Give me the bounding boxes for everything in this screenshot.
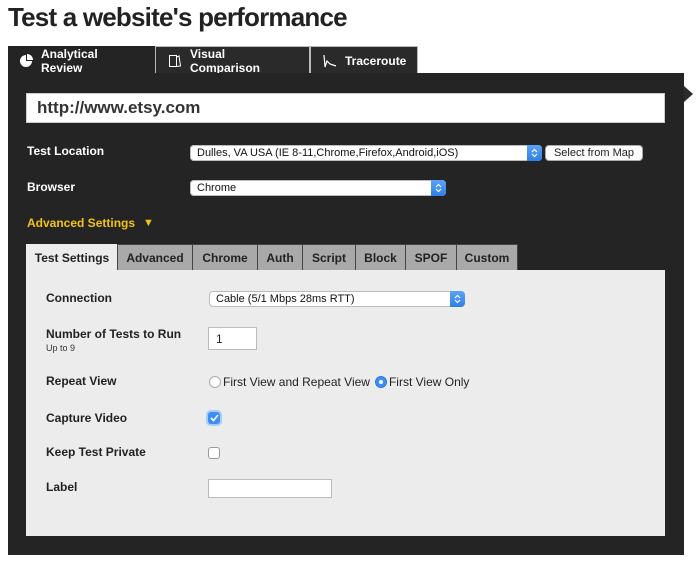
tab-label: Traceroute [345, 53, 407, 68]
settings-tabs: Test Settings Advanced Chrome Auth Scrip… [26, 244, 518, 271]
repeat-view-label: Repeat View [46, 374, 117, 388]
page-title: Test a website's performance [8, 2, 348, 32]
num-tests-input[interactable] [208, 327, 257, 350]
select-stepper-icon [431, 180, 446, 196]
tab-auth[interactable]: Auth [257, 244, 303, 271]
select-stepper-icon [450, 291, 465, 307]
capture-video-checkbox[interactable] [208, 412, 220, 424]
browser-select[interactable]: Chrome [190, 180, 446, 196]
test-settings-panel [26, 270, 665, 536]
tab-traceroute[interactable]: Traceroute [310, 46, 418, 74]
test-label-input[interactable] [208, 479, 332, 498]
connection-select[interactable]: Cable (5/1 Mbps 28ms RTT) [209, 291, 465, 307]
tab-spof[interactable]: SPOF [405, 244, 457, 271]
tab-label: Visual Comparison [190, 46, 261, 75]
keep-private-checkbox[interactable] [208, 447, 220, 459]
test-location-label: Test Location [27, 144, 105, 158]
keep-private-label: Keep Test Private [46, 445, 146, 459]
top-tabs: Analytical Review Visual Comparison Trac… [8, 46, 418, 75]
tab-advanced[interactable]: Advanced [117, 244, 193, 271]
tab-block[interactable]: Block [355, 244, 406, 271]
tab-visual-comparison[interactable]: Visual Comparison [155, 46, 310, 75]
triangle-down-icon: ▼ [143, 217, 154, 229]
test-location-value: Dulles, VA USA (IE 8-11,Chrome,Firefox,A… [197, 147, 459, 159]
advanced-settings-toggle[interactable]: Advanced Settings ▼ [27, 216, 154, 230]
capture-video-label: Capture Video [46, 411, 128, 425]
tab-script[interactable]: Script [302, 244, 356, 271]
num-tests-label: Number of Tests to Run [46, 327, 182, 341]
url-input[interactable] [26, 93, 665, 123]
num-tests-hint: Up to 9 [46, 343, 76, 353]
test-label-label: Label [46, 480, 78, 494]
checkmark-icon [209, 414, 219, 422]
traceroute-icon [323, 54, 337, 68]
connection-label: Connection [46, 291, 112, 305]
tab-label: Analytical Review [41, 46, 98, 75]
repeat-view-radio-group: First View and Repeat View First View On… [209, 375, 474, 389]
pie-chart-icon [19, 53, 33, 68]
connection-value: Cable (5/1 Mbps 28ms RTT) [216, 293, 355, 305]
advanced-settings-label: Advanced Settings [27, 216, 136, 230]
frame-arrow-icon [684, 86, 693, 102]
tab-chrome[interactable]: Chrome [192, 244, 258, 271]
tab-test-settings[interactable]: Test Settings [26, 244, 118, 271]
documents-icon [168, 54, 182, 68]
test-location-select[interactable]: Dulles, VA USA (IE 8-11,Chrome,Firefox,A… [190, 145, 542, 161]
radio-label[interactable]: First View and Repeat View [223, 375, 370, 389]
select-stepper-icon [527, 145, 542, 161]
radio-first-view-only[interactable] [374, 376, 387, 388]
tab-analytical-review[interactable]: Analytical Review [8, 46, 155, 75]
select-from-map-button[interactable]: Select from Map [545, 145, 643, 161]
radio-first-and-repeat[interactable] [209, 376, 221, 388]
radio-label[interactable]: First View Only [389, 375, 469, 389]
browser-value: Chrome [197, 182, 237, 194]
tab-custom[interactable]: Custom [456, 244, 518, 271]
browser-label: Browser [27, 180, 76, 194]
